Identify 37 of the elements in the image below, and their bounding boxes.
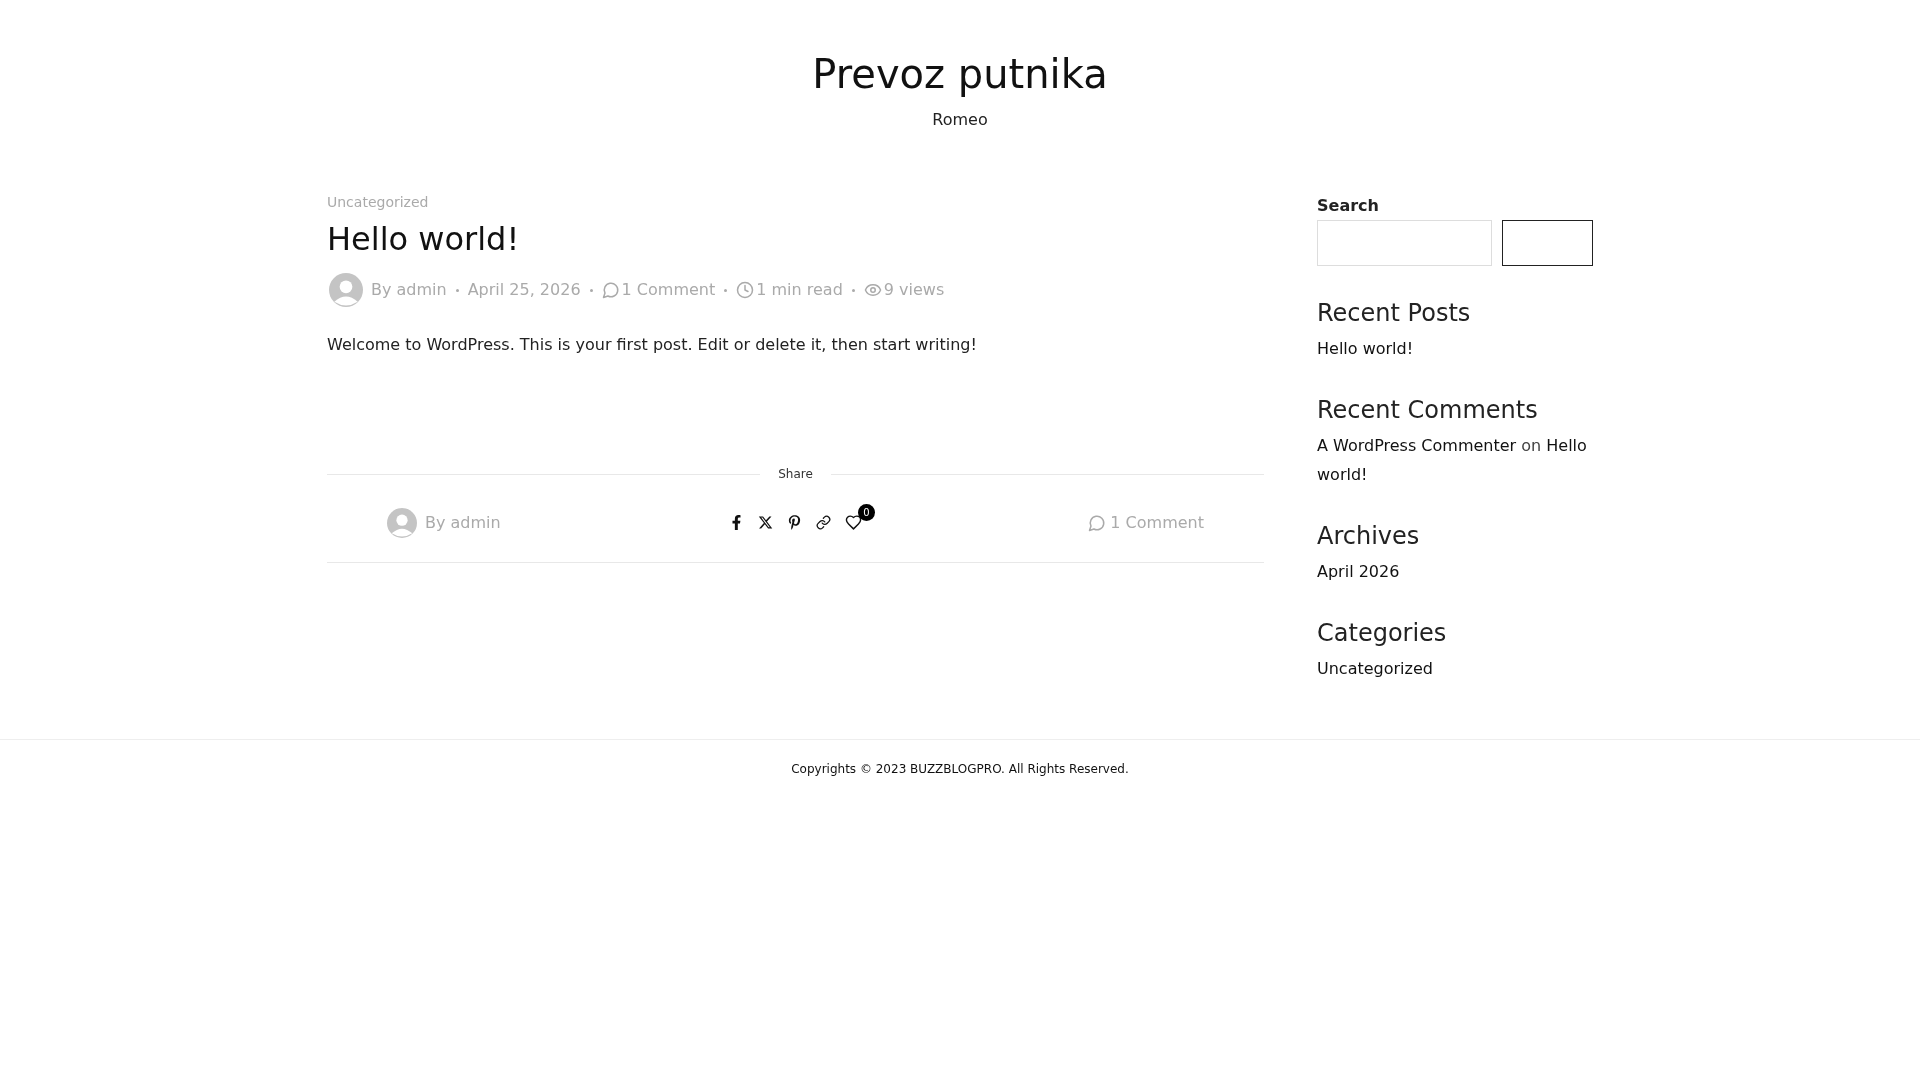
site-title[interactable]: Prevoz putnika xyxy=(812,48,1108,100)
pinterest-icon[interactable] xyxy=(787,515,802,530)
eye-icon xyxy=(863,281,882,299)
search-label: Search xyxy=(1317,195,1380,217)
widget-title: Recent Posts xyxy=(1317,298,1472,328)
comment-icon xyxy=(601,281,620,299)
widget-title: Categories xyxy=(1317,618,1448,648)
sidebar-link[interactable]: Hello world! xyxy=(1317,334,1593,363)
search-field[interactable] xyxy=(1317,220,1492,266)
share-author[interactable]: By admin xyxy=(425,510,501,535)
widget-title: Archives xyxy=(1317,521,1421,551)
post-date: April 25, 2026 xyxy=(467,279,581,301)
widget-title: Recent Comments xyxy=(1317,395,1539,425)
avatar-icon xyxy=(387,507,417,538)
share-comment-count[interactable]: 1 Comment xyxy=(1110,510,1204,535)
heart-icon[interactable] xyxy=(845,514,862,531)
comment-count[interactable]: 1 Comment xyxy=(621,278,716,302)
category-link[interactable]: Uncategorized xyxy=(327,192,1264,213)
read-time: 1 min read xyxy=(756,279,843,301)
like-count: 0 xyxy=(858,504,875,521)
clock-icon xyxy=(736,281,755,299)
avatar-icon xyxy=(329,273,363,307)
recent-comment: A WordPress Commenter on Hello world! xyxy=(1317,435,1588,486)
view-count: 9 views xyxy=(883,279,945,301)
link-icon[interactable] xyxy=(816,515,831,530)
facebook-icon[interactable] xyxy=(729,515,744,530)
post-author[interactable]: By admin xyxy=(371,278,447,302)
x-icon[interactable] xyxy=(758,515,773,530)
post-title: Hello world! xyxy=(327,219,521,260)
sidebar-link[interactable]: April 2026 xyxy=(1317,557,1593,586)
site-tagline: Romeo xyxy=(932,109,988,131)
copyright-text: Copyrights © 2023 BUZZBLOGPRO. All Rights Reserved. xyxy=(791,761,1129,778)
share-label: Share xyxy=(777,466,814,483)
post-body: Welcome to WordPress. This is your first post. Edit or delete it, then start writing! xyxy=(327,334,978,356)
search-button[interactable] xyxy=(1502,220,1593,266)
comment-icon xyxy=(1088,513,1107,532)
sidebar-link[interactable]: Uncategorized xyxy=(1317,654,1593,683)
